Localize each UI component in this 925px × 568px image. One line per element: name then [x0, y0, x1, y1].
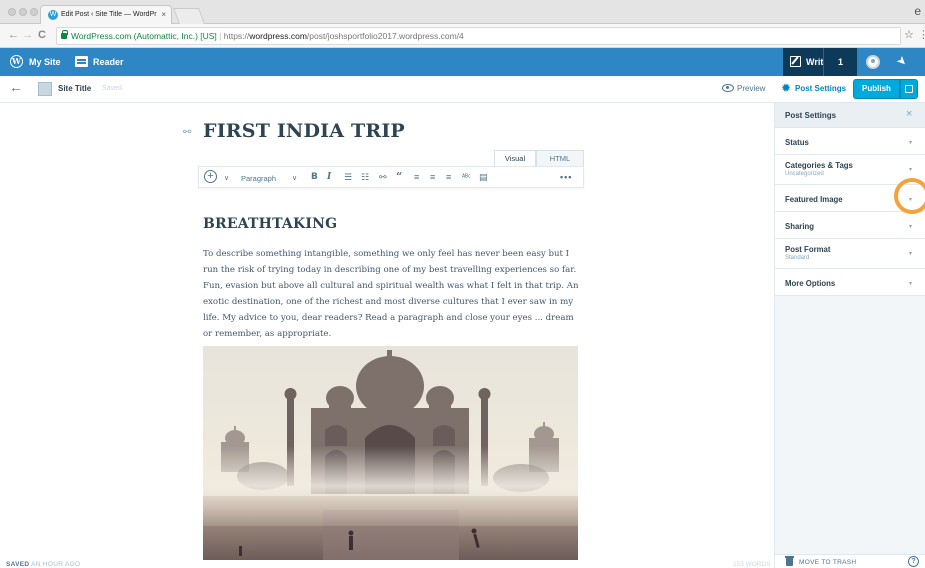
sidebar-header: Post Settings × [775, 103, 925, 128]
panel-more-options[interactable]: More Options ▾ [775, 269, 925, 296]
taj-mahal-photo[interactable] [203, 346, 578, 560]
taj-mahal-illustration [203, 346, 578, 560]
close-icon[interactable]: × [906, 108, 912, 120]
panel-sharing[interactable]: Sharing ▾ [775, 212, 925, 239]
tab-title: Edit Post ‹ Site Title — WordPr [61, 11, 157, 18]
tab-html[interactable]: HTML [536, 150, 584, 166]
profile-icon[interactable]: e [914, 4, 921, 18]
wordpress-favicon-icon: W [48, 10, 58, 20]
align-left-icon[interactable]: ≡ [414, 172, 419, 183]
bold-icon[interactable]: B [311, 172, 318, 183]
word-count: 153 WORDS [733, 561, 771, 568]
reload-icon[interactable]: C [38, 29, 46, 41]
url-host: wordpress.com [249, 31, 307, 41]
panel-subtitle: Uncategorized [785, 171, 824, 177]
content-heading[interactable]: BREATHTAKING [203, 216, 337, 232]
window-minimize-dot[interactable] [19, 8, 27, 16]
browser-tab-bar: W Edit Post ‹ Site Title — WordPr × e [0, 0, 925, 24]
url-scheme: https:// [223, 31, 250, 41]
blockquote-icon[interactable]: “ [396, 171, 402, 182]
window-close-dot[interactable] [8, 8, 16, 16]
site-title[interactable]: Site Title [58, 84, 91, 93]
calendar-icon [905, 85, 913, 93]
post-title-input[interactable]: FIRST INDIA TRIP [203, 120, 405, 142]
lock-icon [61, 30, 68, 39]
schedule-button[interactable] [900, 79, 918, 99]
url-input[interactable]: WordPress.com (Automattic, Inc.) [US] | … [56, 27, 901, 45]
toolbar-toggle-icon[interactable]: ▤ [479, 172, 488, 183]
reader-icon[interactable] [75, 56, 88, 67]
panel-title: More Options [785, 279, 836, 288]
editor-header: ← Site Title Saved Preview ✹ Post Settin… [0, 76, 925, 103]
panel-title: Sharing [785, 222, 815, 231]
chevron-down-icon: ▾ [909, 140, 913, 146]
site-icon [38, 82, 52, 96]
url-secure-label: WordPress.com (Automattic, Inc.) [US] [71, 31, 217, 41]
bookmark-star-icon[interactable]: ☆ [904, 28, 914, 41]
chevron-down-icon: ▾ [909, 251, 913, 257]
publish-button[interactable]: Publish [853, 79, 900, 99]
link-icon[interactable]: ⚯ [379, 172, 387, 183]
forward-icon[interactable]: → [22, 29, 33, 41]
trash-bar: MOVE TO TRASH ? [774, 554, 925, 568]
panel-post-format[interactable]: Post Format Standard ▾ [775, 239, 925, 269]
editor-toolbar: + ∨ Paragraph ∨ B I ☰ ☷ ⚯ “ ≡ ≡ ≡ ᴬᴮᶜ ▤ … [198, 166, 584, 188]
chevron-down-icon[interactable]: ∨ [292, 173, 297, 184]
close-editor-icon[interactable]: ← [9, 79, 23, 95]
footer-save-status: SAVED AN HOUR AGO [6, 561, 80, 568]
browser-menu-icon[interactable]: ⋮ [918, 28, 925, 41]
post-title-row: ⚯ FIRST INDIA TRIP [183, 120, 603, 146]
italic-icon[interactable]: I [327, 172, 331, 183]
write-icon [790, 56, 801, 67]
help-icon[interactable]: ? [908, 556, 919, 567]
more-icon[interactable]: ••• [560, 172, 572, 183]
preview-button[interactable]: Preview [737, 84, 765, 93]
wordpress-logo-icon[interactable]: W [10, 55, 23, 68]
eye-icon[interactable] [722, 84, 734, 92]
reader-link[interactable]: Reader [93, 57, 124, 67]
write-button[interactable]: Write [783, 48, 828, 76]
align-right-icon[interactable]: ≡ [446, 172, 451, 183]
chevron-down-icon: ▾ [909, 167, 913, 173]
footer-saved-label: SAVED [6, 561, 30, 568]
save-status: Saved [102, 85, 122, 92]
post-settings-button[interactable]: Post Settings [795, 84, 846, 93]
url-path: /post/joshsportfolio2017.wordpress.com/4 [306, 31, 464, 41]
panel-title: Status [785, 138, 809, 147]
tab-visual[interactable]: Visual [494, 150, 536, 166]
chevron-down-icon[interactable]: ∨ [224, 173, 229, 184]
back-icon[interactable]: ← [8, 29, 19, 41]
chevron-down-icon: ▾ [909, 281, 913, 287]
align-center-icon[interactable]: ≡ [430, 172, 435, 183]
browser-address-row: ← → C WordPress.com (Automattic, Inc.) [… [0, 24, 925, 48]
panel-subtitle: Standard [785, 255, 810, 261]
trash-icon[interactable] [785, 556, 794, 566]
sidebar-title: Post Settings [785, 111, 837, 120]
footer-saved-time: AN HOUR AGO [31, 561, 81, 568]
move-to-trash-button[interactable]: MOVE TO TRASH [799, 559, 856, 566]
spellcheck-icon[interactable]: ᴬᴮᶜ [462, 172, 471, 183]
panel-title: Post Format [785, 245, 831, 254]
panel-title: Categories & Tags [785, 161, 853, 170]
browser-tab-active[interactable]: W Edit Post ‹ Site Title — WordPr × [40, 5, 172, 24]
my-site-link[interactable]: My Site [29, 57, 61, 67]
highlight-ring [894, 178, 925, 214]
panel-title: Featured Image [785, 195, 843, 204]
add-icon[interactable]: + [204, 170, 217, 183]
bullet-list-icon[interactable]: ☰ [344, 172, 352, 183]
panel-status[interactable]: Status ▾ [775, 128, 925, 155]
post-settings-sidebar: Post Settings × Status ▾ Categories & Ta… [774, 103, 925, 568]
new-tab-button[interactable] [173, 8, 205, 24]
avatar[interactable] [866, 55, 880, 69]
gear-icon[interactable]: ✹ [781, 82, 792, 94]
chevron-down-icon: ▾ [909, 224, 913, 230]
window-zoom-dot[interactable] [30, 8, 38, 16]
permalink-icon[interactable]: ⚯ [183, 127, 191, 138]
tab-close-icon[interactable]: × [161, 10, 166, 19]
numbered-list-icon[interactable]: ☷ [361, 172, 369, 183]
content-paragraph[interactable]: To describe something intangible, someth… [203, 246, 583, 342]
drafts-count-badge[interactable]: 1 [823, 48, 857, 76]
format-select[interactable]: Paragraph [241, 173, 276, 184]
